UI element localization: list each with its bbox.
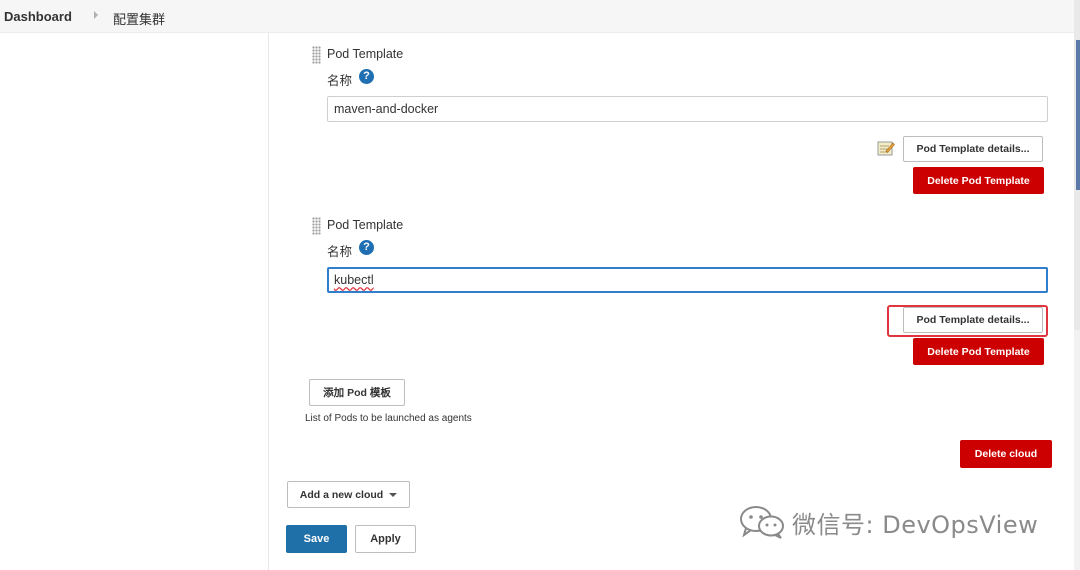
add-new-cloud-label: Add a new cloud [299,488,384,501]
add-pod-template-button[interactable]: 添加 Pod 模板 [309,379,405,406]
pod-template-name-input[interactable]: kubectl [327,267,1048,293]
scrollbar-thumb[interactable] [1076,40,1080,190]
help-icon[interactable]: ? [359,69,374,84]
breadcrumb-dashboard-link[interactable]: Dashboard [4,9,72,24]
delete-pod-template-button[interactable]: Delete Pod Template [913,167,1044,194]
breadcrumb-chevron-right-icon [94,11,98,19]
pod-template-details-button[interactable]: Pod Template details... [903,307,1043,333]
watermark-text: 微信号: DevOpsView [792,510,1039,539]
apply-button[interactable]: Apply [355,525,416,553]
wechat-icon [740,506,784,539]
watermark: 微信号: DevOpsView [738,502,1048,542]
add-new-cloud-dropdown[interactable]: Add a new cloud [287,481,410,508]
delete-pod-template-button[interactable]: Delete Pod Template [913,338,1044,365]
drag-handle-icon[interactable] [312,217,321,235]
pod-template-details-button[interactable]: Pod Template details... [903,136,1043,162]
breadcrumb: Dashboard 配置集群 [0,0,1074,33]
jenkins-configure-clouds-page: Dashboard 配置集群 Pod Template 名称 ? Pod Tem… [0,0,1080,570]
name-label: 名称 [327,245,353,259]
right-edge-strip [1074,0,1080,570]
help-icon[interactable]: ? [359,240,374,255]
pod-template-name-value: kubectl [334,273,374,287]
right-edge-panel [1074,330,1080,570]
delete-cloud-button[interactable]: Delete cloud [960,440,1052,468]
save-button[interactable]: Save [286,525,347,553]
notepad-icon [877,141,895,156]
pod-template-title: Pod Template [327,47,404,61]
chevron-down-icon [389,492,398,497]
pod-template-name-input[interactable] [327,96,1048,122]
name-label: 名称 [327,74,353,88]
drag-handle-icon[interactable] [312,46,321,64]
pod-template-title: Pod Template [327,218,404,232]
side-panel [0,33,269,570]
breadcrumb-current-page[interactable]: 配置集群 [113,9,165,28]
pods-helper-text: List of Pods to be launched as agents [305,413,472,424]
